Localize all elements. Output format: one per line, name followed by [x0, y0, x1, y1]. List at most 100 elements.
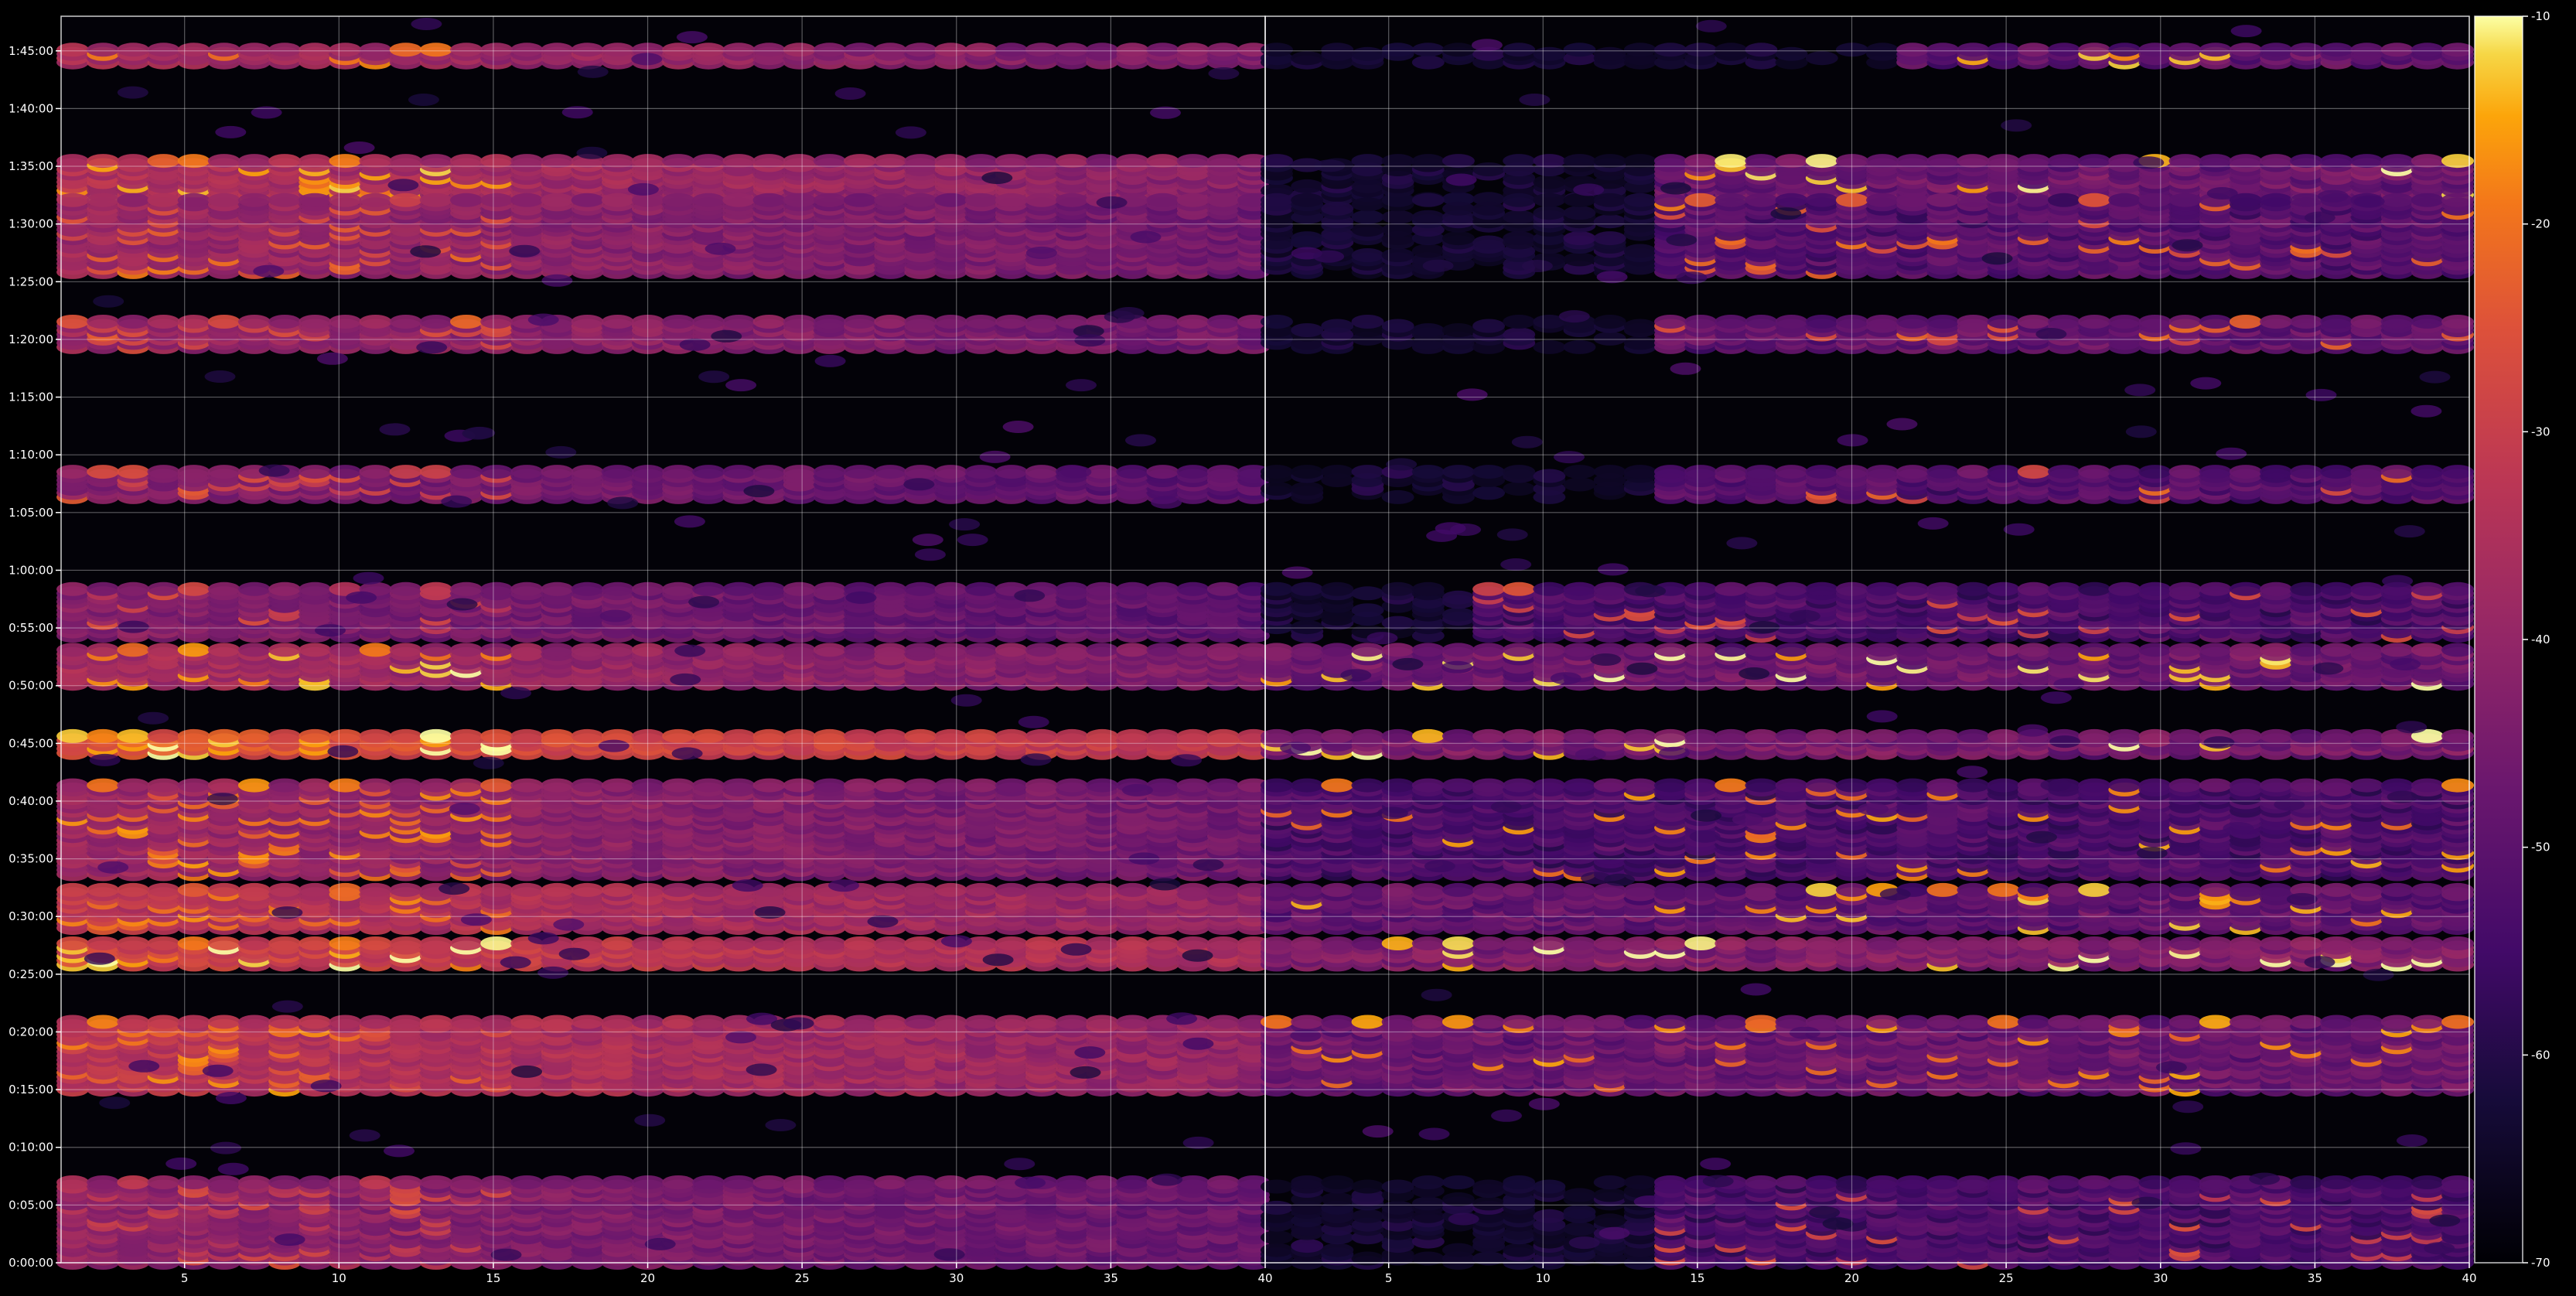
heat-cell [510, 643, 544, 657]
heat-cell [510, 193, 544, 207]
heat-cell [177, 465, 210, 479]
heat-cell [2048, 193, 2080, 207]
spectrogram-chart: 5 10 15 20 25 30 35 40 5 10 15 20 25 30 35 40 0:00:00 0:… [0, 0, 2576, 1293]
heat-cell [783, 154, 816, 169]
heat-cell [2108, 43, 2141, 57]
heat-cell [1805, 465, 1838, 479]
heat-cell [177, 643, 210, 657]
heat-cell [2199, 43, 2232, 57]
heat-cell [1025, 193, 1058, 207]
heat-cell [1381, 193, 1414, 207]
heat-cell [1381, 43, 1414, 57]
heat-cell [207, 154, 241, 169]
heat-cell [2411, 193, 2444, 207]
heat-cell [1176, 465, 1210, 479]
heat-cell [2138, 43, 2172, 57]
heat-cell [874, 643, 907, 657]
heat-cell [904, 581, 937, 596]
heat-cell [874, 154, 907, 169]
heat-cell [1896, 315, 1929, 329]
heat-cell [2290, 193, 2323, 207]
heat-cell [177, 581, 210, 596]
heat-cell [934, 154, 967, 169]
heat-cell [1926, 43, 1960, 57]
heat-cell [964, 465, 998, 479]
heat-cell [2108, 581, 2141, 596]
heat-cell [2048, 315, 2080, 329]
heat-cell [1291, 620, 1324, 635]
heat-cell [1805, 154, 1838, 169]
heat-cell [1321, 319, 1354, 333]
heat-cell [1926, 315, 1960, 329]
heat-cell [207, 581, 241, 596]
heat-cell [813, 43, 846, 57]
heat-cell [2380, 465, 2414, 479]
heat-cell [419, 193, 452, 207]
heat-cell [2078, 315, 2111, 329]
heat-cell [934, 315, 967, 329]
heat-cell [1593, 581, 1626, 596]
heat-cell [2320, 43, 2353, 57]
heat-cell [2260, 43, 2293, 57]
heat-cell [1206, 193, 1240, 207]
heat-cell [480, 154, 513, 169]
heat-cell [1176, 193, 1210, 207]
heat-cell [450, 315, 483, 329]
heat-cell [510, 581, 544, 596]
heat-cell [117, 643, 150, 657]
heat-cell [2290, 315, 2323, 329]
heat-cell [874, 581, 907, 596]
heat-cell [541, 465, 574, 479]
heat-cell [874, 315, 907, 329]
heat-cell [2138, 581, 2172, 596]
heat-cell [1563, 252, 1596, 267]
heat-cell [2411, 154, 2444, 169]
heat-cell [2017, 315, 2050, 329]
heat-cell [752, 154, 786, 169]
heat-cell [1442, 201, 1475, 216]
heat-cell [1745, 465, 1778, 479]
heat-cell [1503, 193, 1536, 207]
heat-cell [1206, 154, 1240, 169]
heat-cell [1116, 154, 1149, 169]
heat-cell [117, 154, 150, 169]
heat-cell [2229, 154, 2262, 169]
heat-cell [1563, 43, 1596, 57]
heat-cell [1623, 336, 1656, 350]
heat-cell [2411, 465, 2444, 479]
heat-cell [783, 581, 816, 596]
heat-cell [389, 643, 422, 657]
heat-cell [541, 193, 574, 207]
heat-cell [329, 43, 362, 57]
heat-cell [450, 643, 483, 657]
heat-cell [2199, 154, 2232, 169]
heat-cell [1206, 465, 1240, 479]
heat-cell [1866, 193, 1899, 207]
heat-cell [1116, 43, 1149, 57]
heat-cell [2229, 581, 2262, 596]
heat-cell [2320, 465, 2353, 479]
heat-cell [1086, 581, 1119, 596]
heat-cell [1866, 154, 1899, 169]
heat-cell [1411, 55, 1445, 70]
heat-cell [419, 581, 452, 596]
heat-cell [1957, 315, 1990, 329]
heat-cell [1381, 489, 1414, 504]
heat-cell [722, 643, 756, 657]
heat-cell [692, 315, 725, 329]
heat-cell [1411, 210, 1445, 224]
heat-cell [1745, 581, 1778, 596]
heat-cell [2290, 465, 2323, 479]
heat-cell [2260, 465, 2293, 479]
heat-cell [117, 193, 150, 207]
heat-cell [1381, 223, 1414, 237]
heat-cell [571, 465, 604, 479]
heat-cell [329, 465, 362, 479]
heat-cell [1116, 581, 1149, 596]
heat-cell [299, 193, 332, 207]
heat-cell [2168, 581, 2202, 596]
heat-cell [874, 193, 907, 207]
heat-cell [1381, 210, 1414, 224]
heat-cell [1176, 643, 1210, 657]
heat-cell [692, 193, 725, 207]
